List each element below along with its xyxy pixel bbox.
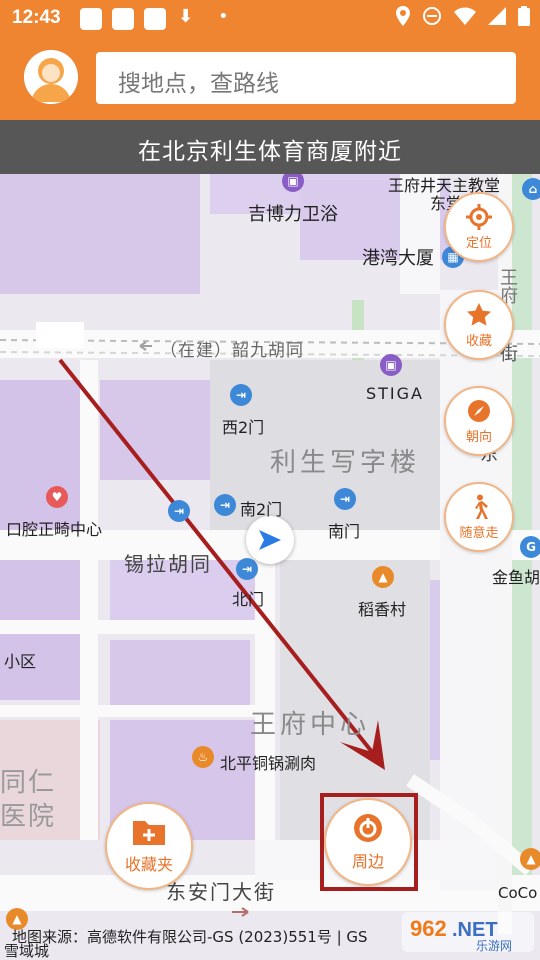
map-label: STIGA: [366, 384, 424, 403]
svg-text:962: 962: [410, 916, 447, 941]
signal-icon: [488, 7, 506, 25]
entrance-poi-icon[interactable]: ⇥: [236, 558, 258, 580]
map-label: 金鱼胡: [492, 568, 540, 587]
building-label: 利生写字楼: [270, 448, 421, 478]
location-status-icon: [396, 6, 410, 26]
free-walk-button[interactable]: 随意走: [444, 482, 514, 552]
compass-icon: [468, 399, 490, 422]
favorite-label: 收藏: [465, 333, 492, 349]
map-label: 同仁: [0, 768, 57, 798]
map-label: 西2门: [222, 418, 265, 437]
place-poi-icon[interactable]: ⌂: [522, 178, 540, 200]
avatar[interactable]: [24, 50, 78, 104]
app-header: 搜地点，查路线: [0, 38, 540, 120]
download-icon: ⬇: [178, 6, 194, 27]
map-label: 吉博力卫浴: [248, 204, 338, 225]
map-label: 南2门: [240, 500, 283, 519]
road-label: 锡拉胡同: [124, 552, 212, 576]
notification-icon: [80, 8, 102, 30]
food-poi-icon[interactable]: ▲: [372, 566, 394, 588]
heading-button[interactable]: 朝向: [444, 386, 514, 456]
annotation-highlight-box: [320, 793, 418, 891]
map-credit: 地图来源：高德软件有限公司-GS (2023)551号 | GS: [12, 928, 368, 946]
notification-icon: [112, 8, 134, 30]
wifi-icon: [454, 7, 476, 25]
dot-icon: •: [218, 6, 229, 27]
map-label: 港湾大厦: [362, 248, 434, 269]
location-banner: 在北京利生体育商厦附近: [0, 120, 540, 174]
map-view[interactable]: ▣ ⌂ ▦ ▣ ⇥ ♥ ⇥ ⇥ ⇥ ⇥ ▲ ♨ G ▲ ▲ 吉博力卫浴 王府井天…: [0, 174, 540, 960]
favorites-folder-button[interactable]: 收藏夹: [105, 802, 193, 890]
shop-poi-icon[interactable]: ▣: [380, 354, 402, 376]
map-canvas: [0, 174, 540, 960]
status-time: 12:43: [12, 7, 61, 28]
map-label: CoCo: [498, 884, 538, 902]
star-icon: [467, 302, 491, 326]
map-label: 稻香村: [358, 600, 407, 619]
watermark: 962 .NET 乐游网: [402, 908, 534, 956]
location-text: 在北京利生体育商厦附近: [138, 139, 402, 165]
dental-poi-icon[interactable]: ♥: [46, 486, 68, 508]
road-label: 东安门大街: [166, 880, 276, 904]
entrance-poi-icon[interactable]: ⇥: [230, 384, 252, 406]
entrance-poi-icon[interactable]: ⇥: [214, 494, 236, 516]
battery-icon: [518, 6, 530, 26]
heading-label: 朝向: [465, 429, 492, 445]
crosshair-icon: [466, 203, 492, 230]
restaurant-poi-icon[interactable]: ♨: [192, 746, 214, 768]
map-label: 小区: [4, 652, 37, 671]
map-label: 口腔正畸中心: [6, 520, 103, 539]
user-avatar-icon: [24, 50, 78, 104]
current-location-marker[interactable]: [246, 516, 294, 564]
dnd-icon: [423, 7, 441, 25]
rail-label: （在建）韶九胡同: [160, 341, 304, 361]
watermark-logo-icon: 962 .NET 乐游网: [402, 912, 534, 953]
navigation-arrow-icon: [259, 530, 281, 550]
map-label: 医院: [0, 802, 57, 832]
locate-button[interactable]: 定位: [444, 192, 514, 262]
svg-text:乐游网: 乐游网: [476, 939, 512, 953]
status-bar: 12:43 ⬇ •: [0, 0, 540, 38]
map-label: 北门: [232, 590, 265, 609]
folder-plus-icon: [133, 821, 165, 845]
walking-person-icon: [475, 494, 488, 519]
map-label: 南门: [328, 522, 361, 541]
subway-poi-icon[interactable]: G: [520, 536, 540, 558]
notification-icon: [144, 8, 166, 30]
favorites-folder-label: 收藏夹: [124, 855, 173, 874]
entrance-poi-icon[interactable]: ⇥: [334, 488, 356, 510]
free-walk-label: 随意走: [459, 525, 499, 541]
entrance-poi-icon[interactable]: ⇥: [168, 500, 190, 522]
food-poi-icon[interactable]: ▲: [520, 848, 540, 870]
locate-label: 定位: [465, 235, 492, 251]
favorite-button[interactable]: 收藏: [444, 290, 514, 360]
building-label: 王府中心: [250, 710, 371, 740]
search-placeholder: 搜地点，查路线: [118, 71, 279, 97]
search-input[interactable]: 搜地点，查路线: [96, 52, 516, 104]
map-label: 北平铜锅涮肉: [220, 754, 317, 773]
svg-text:.NET: .NET: [452, 919, 498, 941]
